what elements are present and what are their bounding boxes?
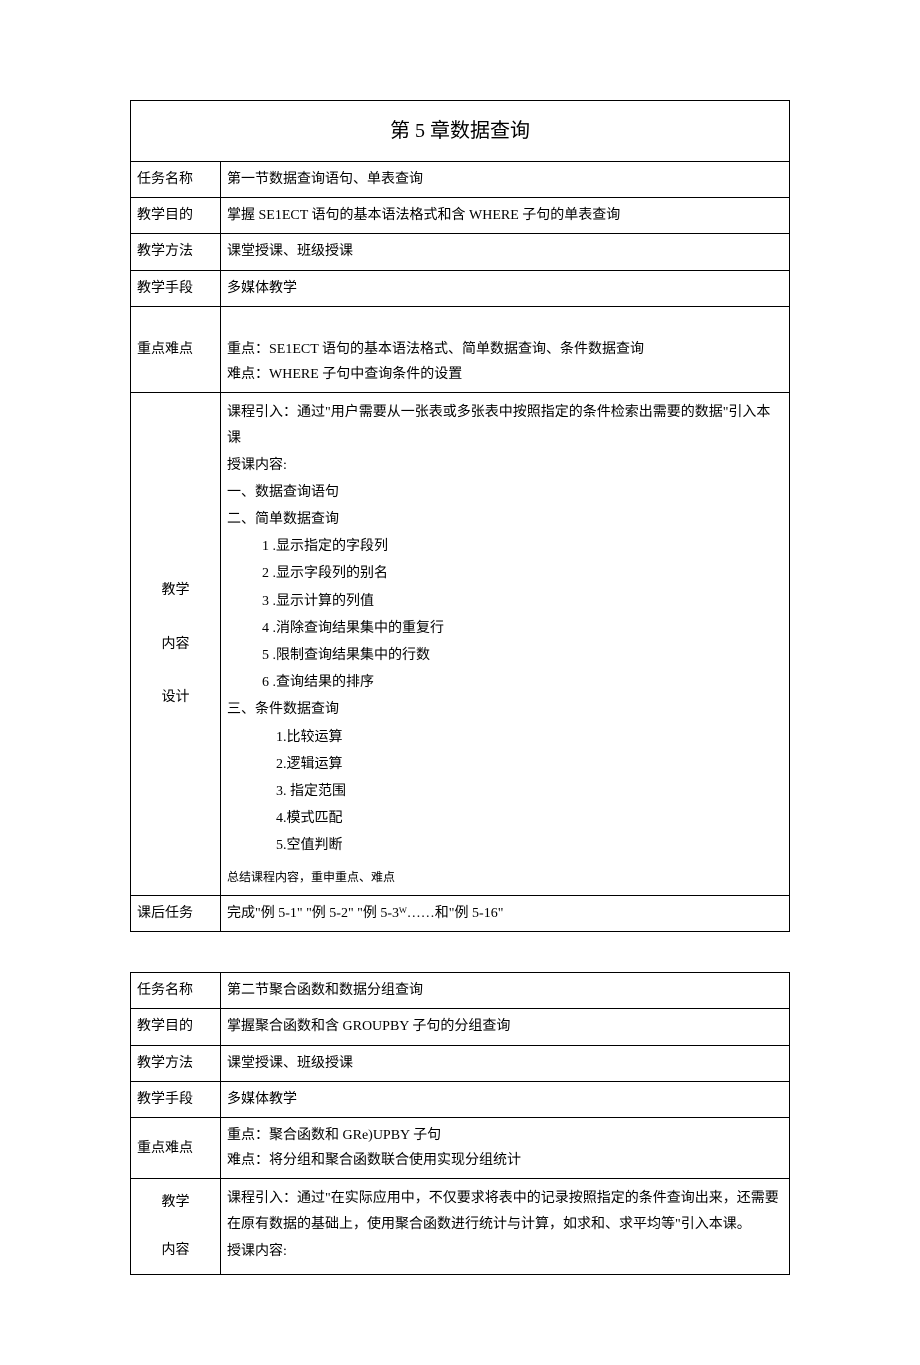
content-s2: 二、简单数据查询 <box>227 507 783 532</box>
content-s3-3: 3. 指定范围 <box>227 779 783 804</box>
content-s3-5: 5.空值判断 <box>227 833 783 858</box>
means-label-2: 教学手段 <box>131 1081 221 1117</box>
content-s2-4: 4 .消除查询结果集中的重复行 <box>227 616 783 641</box>
homework-value: 完成"例 5-1" "例 5-2" "例 5-3ᵂ……和"例 5-16" <box>221 896 790 932</box>
content-label-cell: 教学 内容 设计 <box>131 393 221 896</box>
content-body-cell-2: 课程引入：通过"在实际应用中，不仅要求将表中的记录按照指定的条件查询出来，还需要… <box>221 1179 790 1274</box>
objective-row-2: 教学目的 掌握聚合函数和含 GROUPBY 子句的分组查询 <box>131 1009 790 1045</box>
chapter-title: 第 5 章数据查询 <box>131 101 790 162</box>
objective-label-2: 教学目的 <box>131 1009 221 1045</box>
content-s3-1: 1.比较运算 <box>227 725 783 750</box>
keypoints-line1: 重点：SE1ECT 语句的基本语法格式、简单数据查询、条件数据查询 <box>227 337 783 362</box>
method-label: 教学方法 <box>131 234 221 270</box>
task-name-row: 任务名称 第一节数据查询语句、单表查询 <box>131 162 790 198</box>
content-s2-5: 5 .限制查询结果集中的行数 <box>227 643 783 668</box>
content-label-1: 教学 <box>137 578 214 603</box>
objective-value: 掌握 SE1ECT 语句的基本语法格式和含 WHERE 子句的单表查询 <box>221 198 790 234</box>
lesson-plan-table-1: 第 5 章数据查询 任务名称 第一节数据查询语句、单表查询 教学目的 掌握 SE… <box>130 100 790 932</box>
content-label-cell-2: 教学 内容 <box>131 1179 221 1274</box>
content-s2-6: 6 .查询结果的排序 <box>227 670 783 695</box>
means-row: 教学手段 多媒体教学 <box>131 270 790 306</box>
keypoints-label: 重点难点 <box>131 306 221 393</box>
content-s3-4: 4.模式匹配 <box>227 806 783 831</box>
objective-label: 教学目的 <box>131 198 221 234</box>
objective-row: 教学目的 掌握 SE1ECT 语句的基本语法格式和含 WHERE 子句的单表查询 <box>131 198 790 234</box>
lesson-plan-table-2: 任务名称 第二节聚合函数和数据分组查询 教学目的 掌握聚合函数和含 GROUPB… <box>130 972 790 1275</box>
means-value: 多媒体教学 <box>221 270 790 306</box>
content-s3-2: 2.逻辑运算 <box>227 752 783 777</box>
method-value-2: 课堂授课、班级授课 <box>221 1045 790 1081</box>
homework-row: 课后任务 完成"例 5-1" "例 5-2" "例 5-3ᵂ……和"例 5-16… <box>131 896 790 932</box>
task-name-label: 任务名称 <box>131 162 221 198</box>
content-section-header: 授课内容: <box>227 453 783 478</box>
keypoints-row: 重点难点 重点：SE1ECT 语句的基本语法格式、简单数据查询、条件数据查询 难… <box>131 306 790 393</box>
task-name-value-2: 第二节聚合函数和数据分组查询 <box>221 973 790 1009</box>
method-value: 课堂授课、班级授课 <box>221 234 790 270</box>
objective-value-2: 掌握聚合函数和含 GROUPBY 子句的分组查询 <box>221 1009 790 1045</box>
means-row-2: 教学手段 多媒体教学 <box>131 1081 790 1117</box>
content-summary: 总结课程内容，重申重点、难点 <box>227 861 783 889</box>
means-value-2: 多媒体教学 <box>221 1081 790 1117</box>
keypoints-line1-2: 重点：聚合函数和 GRe)UPBY 子句 <box>227 1123 783 1148</box>
keypoints-content-2: 重点：聚合函数和 GRe)UPBY 子句 难点：将分组和聚合函数联合使用实现分组… <box>221 1118 790 1179</box>
homework-label: 课后任务 <box>131 896 221 932</box>
content-label-3: 设计 <box>137 685 214 710</box>
task-name-row-2: 任务名称 第二节聚合函数和数据分组查询 <box>131 973 790 1009</box>
keypoints-line2-2: 难点：将分组和聚合函数联合使用实现分组统计 <box>227 1148 783 1173</box>
content-label-2: 内容 <box>137 632 214 657</box>
keypoints-content: 重点：SE1ECT 语句的基本语法格式、简单数据查询、条件数据查询 难点：WHE… <box>221 306 790 393</box>
content-intro-2: 课程引入：通过"在实际应用中，不仅要求将表中的记录按照指定的条件查询出来，还需要… <box>227 1186 783 1236</box>
content-s2-1: 1 .显示指定的字段列 <box>227 534 783 559</box>
keypoints-line2: 难点：WHERE 子句中查询条件的设置 <box>227 362 783 387</box>
task-name-value: 第一节数据查询语句、单表查询 <box>221 162 790 198</box>
method-row: 教学方法 课堂授课、班级授课 <box>131 234 790 270</box>
method-row-2: 教学方法 课堂授课、班级授课 <box>131 1045 790 1081</box>
keypoints-label-2: 重点难点 <box>131 1118 221 1179</box>
content-section-header-2: 授课内容: <box>227 1239 783 1264</box>
method-label-2: 教学方法 <box>131 1045 221 1081</box>
means-label: 教学手段 <box>131 270 221 306</box>
content-s2-3: 3 .显示计算的列值 <box>227 589 783 614</box>
content-intro: 课程引入：通过"用户需要从一张表或多张表中按照指定的条件检索出需要的数据"引入本… <box>227 400 783 450</box>
content-row-2: 教学 内容 课程引入：通过"在实际应用中，不仅要求将表中的记录按照指定的条件查询… <box>131 1179 790 1274</box>
content-s3: 三、条件数据查询 <box>227 697 783 722</box>
keypoints-row-2: 重点难点 重点：聚合函数和 GRe)UPBY 子句 难点：将分组和聚合函数联合使… <box>131 1118 790 1179</box>
content-row: 教学 内容 设计 课程引入：通过"用户需要从一张表或多张表中按照指定的条件检索出… <box>131 393 790 896</box>
content-body-cell: 课程引入：通过"用户需要从一张表或多张表中按照指定的条件检索出需要的数据"引入本… <box>221 393 790 896</box>
content-s2-2: 2 .显示字段列的别名 <box>227 561 783 586</box>
title-row: 第 5 章数据查询 <box>131 101 790 162</box>
content-label-2-2: 内容 <box>137 1238 214 1263</box>
task-name-label-2: 任务名称 <box>131 973 221 1009</box>
content-label-1-2: 教学 <box>137 1190 214 1215</box>
content-s1: 一、数据查询语句 <box>227 480 783 505</box>
